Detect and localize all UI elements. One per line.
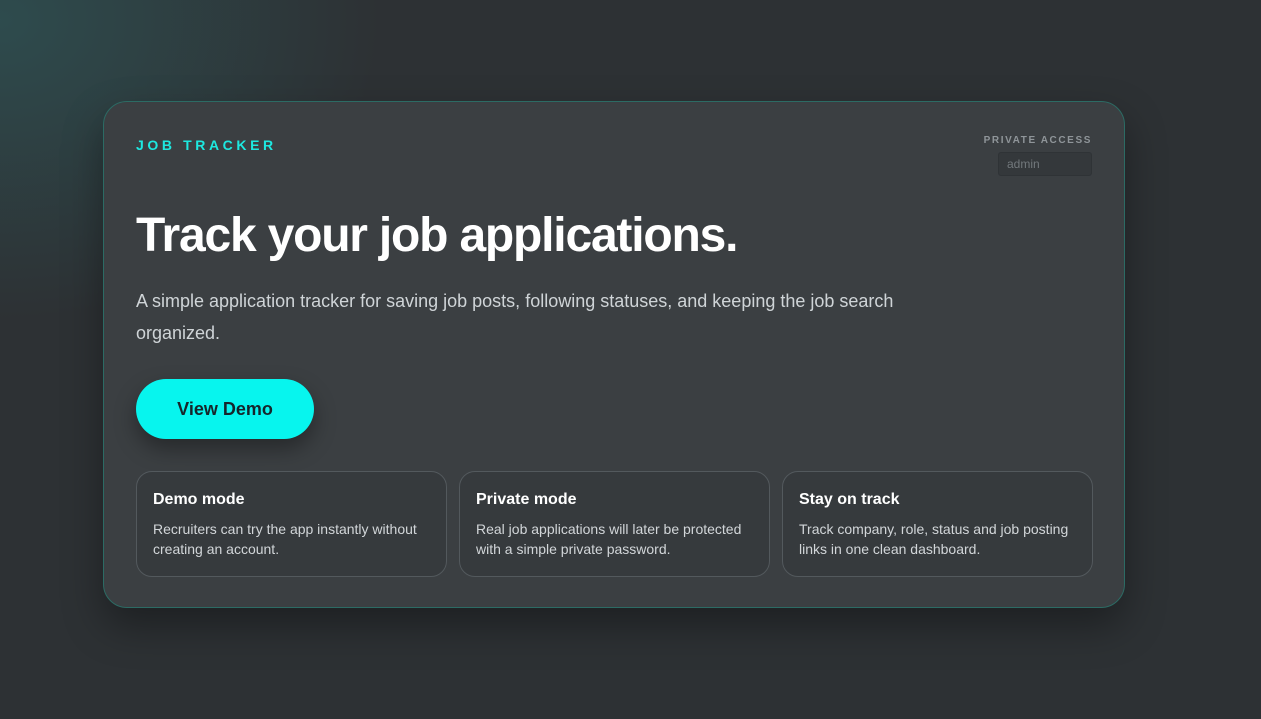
view-demo-button[interactable]: View Demo [136, 379, 314, 439]
hero-title: Track your job applications. [136, 209, 738, 262]
brand-title: JOB TRACKER [136, 137, 277, 153]
feature-title: Private mode [476, 491, 577, 508]
feature-card-stay-on-track: Stay on track Track company, role, statu… [782, 471, 1093, 577]
landing-card: JOB TRACKER PRIVATE ACCESS Track your jo… [103, 101, 1125, 608]
feature-card-demo-mode: Demo mode Recruiters can try the app ins… [136, 471, 447, 577]
private-access-label: PRIVATE ACCESS [983, 135, 1092, 146]
feature-title: Stay on track [799, 491, 900, 508]
feature-card-private-mode: Private mode Real job applications will … [459, 471, 770, 577]
private-access: PRIVATE ACCESS [984, 135, 1092, 176]
hero-description: A simple application tracker for saving … [136, 291, 894, 343]
feature-description: Real job applications will later be prot… [476, 521, 742, 557]
feature-title: Demo mode [153, 491, 245, 508]
private-access-input[interactable] [998, 152, 1092, 176]
feature-description: Track company, role, status and job post… [799, 521, 1069, 557]
feature-description: Recruiters can try the app instantly wit… [153, 521, 417, 557]
feature-cards: Demo mode Recruiters can try the app ins… [136, 471, 1093, 577]
